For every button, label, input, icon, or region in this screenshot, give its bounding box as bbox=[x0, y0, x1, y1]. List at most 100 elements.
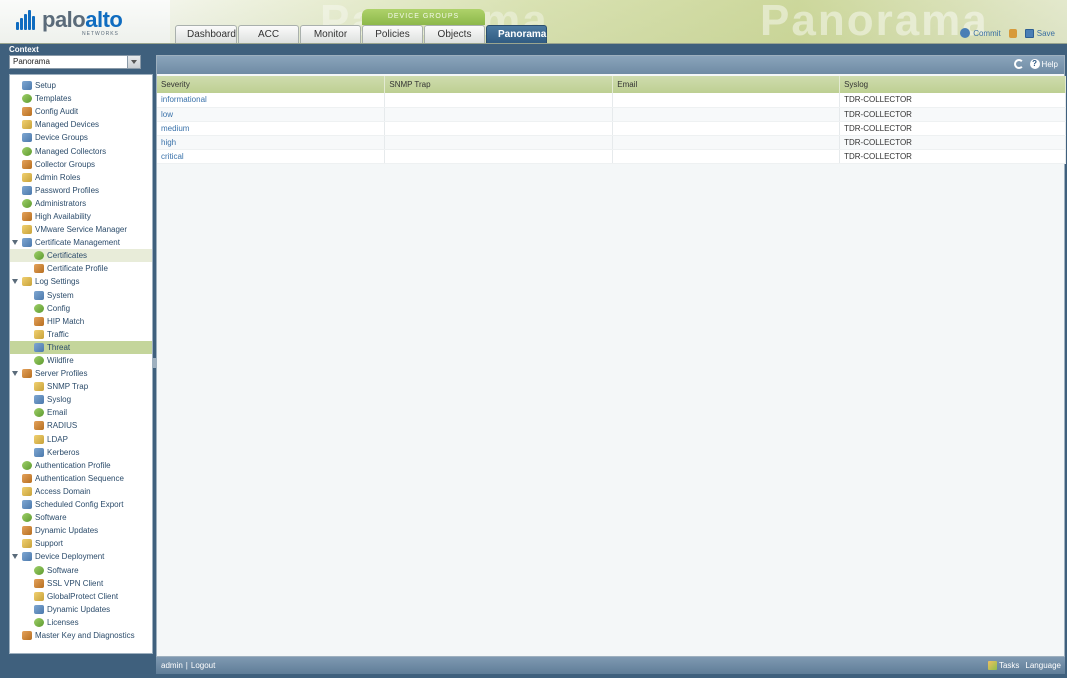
nav-item-authentication-sequence[interactable]: Authentication Sequence bbox=[10, 472, 152, 485]
header-background-text: Panorama bbox=[760, 0, 989, 44]
nav-item-threat[interactable]: Threat bbox=[10, 340, 152, 354]
table-row[interactable]: informational TDR-COLLECTOR bbox=[157, 93, 1066, 108]
nav-item-certificate-management[interactable]: Certificate Management bbox=[10, 236, 152, 249]
nav-item-email[interactable]: Email bbox=[10, 406, 152, 419]
nav-item-setup[interactable]: Setup bbox=[10, 79, 152, 92]
nav-item-device-groups[interactable]: Device Groups bbox=[10, 131, 152, 144]
setup-icon bbox=[22, 81, 32, 91]
nav-item-server-profiles[interactable]: Server Profiles bbox=[10, 367, 152, 380]
managed-collectors-icon bbox=[22, 146, 32, 156]
expand-toggle-icon[interactable] bbox=[12, 279, 18, 285]
device-deployment-icon bbox=[22, 552, 32, 562]
nav-item-ssl-vpn-client[interactable]: SSL VPN Client bbox=[10, 577, 152, 590]
nav-item-templates[interactable]: Templates bbox=[10, 92, 152, 105]
nav-item-kerberos[interactable]: Kerberos bbox=[10, 446, 152, 459]
nav-item-dynamic-updates[interactable]: Dynamic Updates bbox=[10, 603, 152, 616]
nav-item-log-settings[interactable]: Log Settings bbox=[10, 275, 152, 288]
tab-dashboard[interactable]: Dashboard bbox=[175, 25, 237, 43]
nav-item-label: Administrators bbox=[35, 198, 87, 208]
nav-item-certificates[interactable]: Certificates bbox=[10, 249, 152, 263]
nav-item-software[interactable]: Software bbox=[10, 511, 152, 524]
commit-button[interactable]: Commit bbox=[960, 28, 1001, 38]
nav-item-password-profiles[interactable]: Password Profiles bbox=[10, 184, 152, 197]
lock-icon[interactable] bbox=[1008, 28, 1017, 38]
nav-item-access-domain[interactable]: Access Domain bbox=[10, 485, 152, 498]
severity-cell[interactable]: critical bbox=[157, 149, 386, 164]
nav-item-syslog[interactable]: Syslog bbox=[10, 393, 152, 406]
licenses-icon bbox=[34, 617, 44, 627]
severity-cell[interactable]: informational bbox=[157, 93, 386, 108]
chevron-down-icon[interactable] bbox=[127, 56, 140, 68]
high-availability-icon bbox=[22, 211, 32, 221]
nav-item-administrators[interactable]: Administrators bbox=[10, 197, 152, 210]
table-row[interactable]: low TDR-COLLECTOR bbox=[157, 107, 1066, 122]
table-row[interactable]: high TDR-COLLECTOR bbox=[157, 135, 1066, 150]
nav-item-config-audit[interactable]: Config Audit bbox=[10, 105, 152, 118]
severity-cell[interactable]: low bbox=[157, 107, 386, 122]
nav-item-licenses[interactable]: Licenses bbox=[10, 616, 152, 629]
email-cell bbox=[612, 135, 841, 150]
nav-item-label: Wildfire bbox=[47, 356, 74, 366]
nav-item-admin-roles[interactable]: Admin Roles bbox=[10, 171, 152, 184]
help-label: Help bbox=[1041, 59, 1058, 69]
column-header-email[interactable]: Email bbox=[612, 76, 841, 93]
nav-item-label: Admin Roles bbox=[35, 172, 81, 182]
expand-toggle-icon[interactable] bbox=[12, 371, 18, 377]
nav-item-hip-match[interactable]: HIP Match bbox=[10, 315, 152, 328]
nav-item-managed-collectors[interactable]: Managed Collectors bbox=[10, 144, 152, 157]
nav-item-globalprotect-client[interactable]: GlobalProtect Client bbox=[10, 590, 152, 603]
table-row[interactable]: medium TDR-COLLECTOR bbox=[157, 121, 1066, 136]
nav-item-dynamic-updates[interactable]: Dynamic Updates bbox=[10, 524, 152, 537]
nav-item-high-availability[interactable]: High Availability bbox=[10, 210, 152, 223]
tab-acc[interactable]: ACC bbox=[238, 25, 299, 43]
nav-item-authentication-profile[interactable]: Authentication Profile bbox=[10, 459, 152, 472]
nav-item-ldap[interactable]: LDAP bbox=[10, 433, 152, 446]
logo-mark-icon bbox=[16, 10, 38, 30]
save-button[interactable]: Save bbox=[1024, 28, 1055, 38]
expand-toggle-icon[interactable] bbox=[12, 240, 18, 246]
tab-objects[interactable]: Objects bbox=[424, 25, 485, 43]
nav-item-vmware-service-manager[interactable]: VMware Service Manager bbox=[10, 223, 152, 236]
nav-item-label: Access Domain bbox=[35, 486, 91, 496]
nav-item-device-deployment[interactable]: Device Deployment bbox=[10, 550, 152, 563]
syslog-cell: TDR-COLLECTOR bbox=[839, 93, 1066, 108]
nav-item-snmp-trap[interactable]: SNMP Trap bbox=[10, 380, 152, 393]
logout-link[interactable]: Logout bbox=[191, 661, 215, 670]
expand-toggle-icon[interactable] bbox=[12, 554, 18, 560]
nav-item-radius[interactable]: RADIUS bbox=[10, 419, 152, 432]
nav-item-managed-devices[interactable]: Managed Devices bbox=[10, 118, 152, 131]
context-select[interactable]: Panorama bbox=[9, 55, 141, 69]
language-link[interactable]: Language bbox=[1025, 661, 1061, 670]
nav-item-collector-groups[interactable]: Collector Groups bbox=[10, 158, 152, 171]
server-profiles-icon bbox=[22, 369, 32, 379]
nav-item-software[interactable]: Software bbox=[10, 563, 152, 576]
severity-cell[interactable]: high bbox=[157, 135, 386, 150]
nav-item-scheduled-config-export[interactable]: Scheduled Config Export bbox=[10, 498, 152, 511]
tasks-button[interactable]: Tasks bbox=[987, 661, 1019, 670]
table-row[interactable]: critical TDR-COLLECTOR bbox=[157, 149, 1066, 164]
tab-panorama[interactable]: Panorama bbox=[486, 25, 547, 43]
nav-item-support[interactable]: Support bbox=[10, 537, 152, 550]
nav-item-certificate-profile[interactable]: Certificate Profile bbox=[10, 262, 152, 275]
nav-item-label: Email bbox=[47, 408, 68, 418]
context-label: Context bbox=[9, 45, 39, 54]
help-button[interactable]: ? Help bbox=[1029, 59, 1058, 69]
nav-item-config[interactable]: Config bbox=[10, 302, 152, 315]
column-header-snmp-trap[interactable]: SNMP Trap bbox=[384, 76, 614, 93]
nav-item-wildfire[interactable]: Wildfire bbox=[10, 354, 152, 367]
severity-cell[interactable]: medium bbox=[157, 121, 386, 136]
column-header-severity[interactable]: Severity bbox=[157, 76, 386, 93]
nav-item-master-key-and-diagnostics[interactable]: Master Key and Diagnostics bbox=[10, 629, 152, 642]
nav-item-system[interactable]: System bbox=[10, 289, 152, 302]
syslog-icon bbox=[34, 395, 44, 405]
syslog-cell: TDR-COLLECTOR bbox=[839, 135, 1066, 150]
admin-roles-icon bbox=[22, 172, 32, 182]
tab-policies[interactable]: Policies bbox=[362, 25, 423, 43]
nav-item-traffic[interactable]: Traffic bbox=[10, 328, 152, 341]
nav-item-label: Master Key and Diagnostics bbox=[35, 630, 135, 640]
column-header-syslog[interactable]: Syslog bbox=[839, 76, 1066, 93]
tab-monitor[interactable]: Monitor bbox=[300, 25, 361, 43]
nav-item-label: Support bbox=[35, 539, 64, 549]
refresh-icon[interactable] bbox=[1013, 59, 1024, 69]
radius-icon bbox=[34, 421, 44, 431]
